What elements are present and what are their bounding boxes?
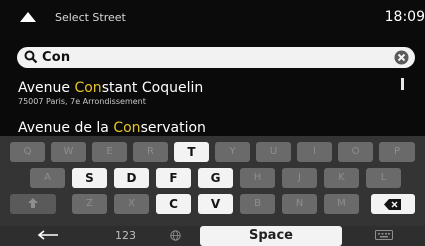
key-t[interactable]: T (174, 142, 209, 162)
search-field[interactable]: Con (17, 47, 415, 68)
key-q: Q (10, 142, 45, 162)
clear-icon[interactable] (394, 50, 409, 65)
key-r: R (133, 142, 168, 162)
keyboard-hide-icon (374, 230, 393, 240)
result-title: Avenue Constant Coquelin (18, 80, 204, 96)
back-arrow-icon[interactable] (19, 11, 37, 23)
top-bar: Select Street 18:09 (0, 0, 425, 39)
backspace-key[interactable] (371, 194, 415, 214)
result-title: Avenue de la Conservation (18, 120, 206, 136)
shift-icon (28, 198, 38, 208)
backspace-icon (384, 199, 401, 210)
key-c[interactable]: C (156, 194, 191, 214)
search-input[interactable]: Con (42, 47, 70, 68)
key-j: J (282, 168, 317, 188)
scrollbar[interactable] (401, 78, 404, 90)
page-title: Select Street (55, 11, 126, 24)
key-f[interactable]: F (156, 168, 191, 188)
key-h: H (240, 168, 275, 188)
language-key[interactable] (158, 226, 193, 246)
globe-icon (170, 229, 181, 241)
key-l: L (366, 168, 401, 188)
key-w: W (51, 142, 86, 162)
key-i: I (297, 142, 332, 162)
key-n: N (282, 194, 317, 214)
numbers-key[interactable]: 123 (98, 226, 153, 246)
key-u: U (256, 142, 291, 162)
result-subtitle: 75007 Paris, 7e Arrondissement (18, 97, 146, 106)
key-d[interactable]: D (114, 168, 149, 188)
key-y: Y (215, 142, 250, 162)
key-g[interactable]: G (198, 168, 233, 188)
key-o: O (338, 142, 373, 162)
hide-keyboard-key[interactable] (352, 226, 415, 246)
key-z: Z (72, 194, 107, 214)
key-x: X (114, 194, 149, 214)
search-icon (24, 50, 38, 64)
key-m: M (324, 194, 359, 214)
key-e: E (92, 142, 127, 162)
clock: 18:09 (384, 9, 425, 25)
key-p: P (379, 142, 415, 162)
result-item[interactable]: Avenue de la Conservation (18, 120, 206, 136)
space-key[interactable]: Space (200, 226, 342, 246)
key-k: K (324, 168, 359, 188)
key-s[interactable]: S (72, 168, 107, 188)
key-b: B (240, 194, 275, 214)
result-item[interactable]: Avenue Constant Coquelin 75007 Paris, 7e… (18, 80, 203, 106)
shift-key (10, 194, 56, 214)
back-key[interactable] (10, 226, 86, 246)
key-a: A (30, 168, 65, 188)
results-list: Avenue Constant Coquelin 75007 Paris, 7e… (0, 74, 425, 138)
keyboard-bottom-row: 123 Space (0, 226, 425, 246)
back-icon (37, 230, 58, 240)
key-v[interactable]: V (198, 194, 233, 214)
